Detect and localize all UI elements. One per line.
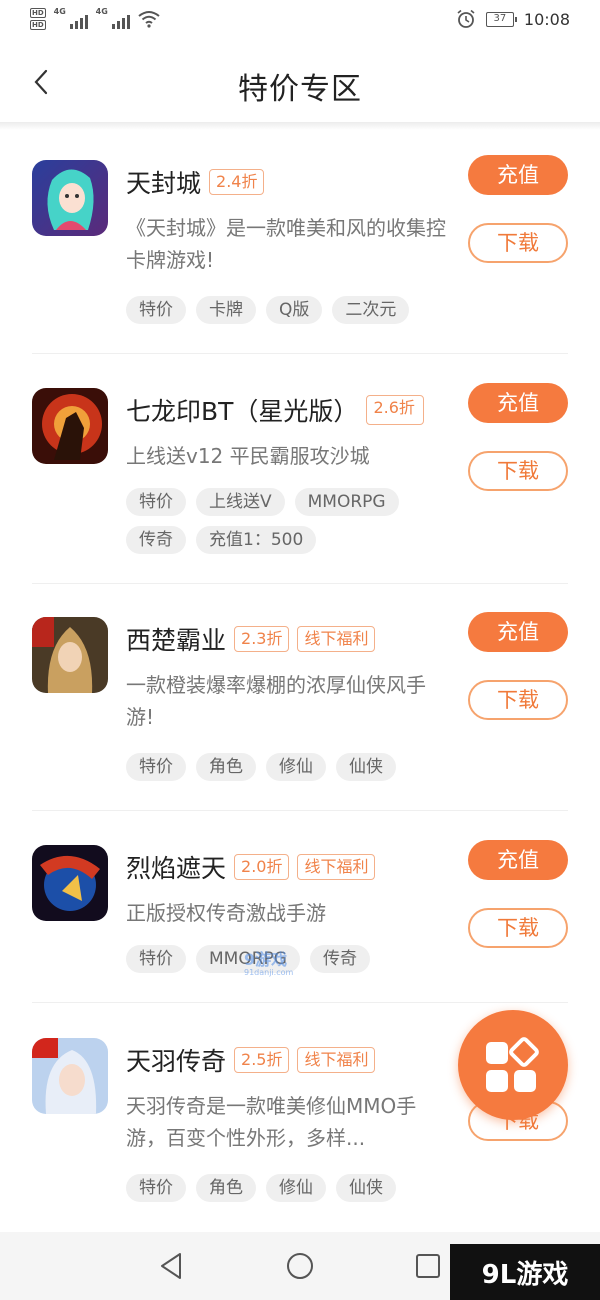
download-button[interactable]: 下载: [468, 680, 568, 720]
tag-chip: 修仙: [266, 753, 326, 781]
download-button[interactable]: 下载: [468, 908, 568, 948]
game-icon: [32, 617, 108, 693]
game-icon: [32, 160, 108, 236]
circle-home-icon: [287, 1253, 313, 1279]
tag-list: 特价 卡牌 Q版 二次元: [126, 296, 456, 324]
status-right: 37 10:08: [456, 9, 570, 29]
list-item[interactable]: 西楚霸业 2.3折 线下福利 一款橙装爆率爆棚的浓厚仙侠风手游! 特价 角色 修…: [32, 612, 568, 811]
game-description: 上线送v12 平民霸服攻沙城: [126, 444, 370, 468]
network-tag-2: 4G: [95, 7, 108, 16]
welfare-badge: 线下福利: [297, 854, 376, 880]
tag-chip: 卡牌: [196, 296, 256, 324]
grid-menu-icon: [486, 1037, 539, 1092]
brand-watermark: 9L游戏: [450, 1244, 600, 1300]
welfare-badge: 线下福利: [297, 1047, 376, 1073]
watermark-text: 9游戏: [244, 950, 288, 969]
game-description: 一款橙装爆率爆棚的浓厚仙侠风手游!: [126, 673, 426, 729]
clock: 10:08: [523, 9, 570, 29]
tag-chip: MMORPG: [294, 488, 399, 516]
game-title-row: 天封城 2.4折: [126, 164, 265, 200]
tag-chip: 特价: [126, 488, 186, 516]
game-name: 天羽传奇: [126, 1047, 227, 1076]
welfare-badge: 线下福利: [297, 626, 376, 652]
game-name: 烈焰遮天: [126, 854, 227, 883]
game-title-row: 烈焰遮天 2.0折 线下福利: [126, 849, 376, 885]
watermark-url: 91danji.com: [244, 968, 294, 977]
list-item[interactable]: 烈焰遮天 2.0折 线下福利 正版授权传奇激战手游 特价 MMORPG 传奇 充…: [32, 840, 568, 1003]
tag-chip: 特价: [126, 1174, 186, 1202]
tag-chip: 角色: [196, 753, 256, 781]
tag-chip: 传奇: [126, 526, 186, 554]
floating-menu-button[interactable]: [458, 1010, 568, 1120]
game-title-row: 天羽传奇 2.5折 线下福利: [126, 1042, 376, 1078]
top-bar: 特价专区: [0, 42, 600, 122]
list-item[interactable]: 七龙印BT（星光版） 2.6折 上线送v12 平民霸服攻沙城 特价 上线送V M…: [32, 383, 568, 584]
game-description: 天羽传奇是一款唯美修仙MMO手游，百变个性外形，多样...: [126, 1094, 417, 1150]
battery-level: 37: [493, 12, 507, 24]
charge-button[interactable]: 充值: [468, 155, 568, 195]
tag-chip: 仙侠: [336, 1174, 396, 1202]
tag-list: 特价 角色 修仙 仙侠: [126, 753, 456, 781]
discount-badge: 2.6折: [366, 395, 425, 425]
charge-button[interactable]: 充值: [468, 612, 568, 652]
alarm-icon: [457, 9, 475, 28]
tag-list: 特价 角色 修仙 仙侠: [126, 1174, 456, 1202]
game-name: 西楚霸业: [126, 626, 227, 655]
status-bar: HD HD 4G 4G 37 10:08: [0, 0, 600, 42]
hd-icon: HD HD: [30, 8, 46, 30]
header-divider: [0, 122, 600, 130]
app-screen: HD HD 4G 4G 37 10:08 特价专区 天封城 2.4折 《天封城》…: [0, 0, 600, 1300]
battery-icon: 37: [485, 11, 517, 27]
triangle-back-icon: [161, 1253, 181, 1279]
tag-chip: 仙侠: [336, 753, 396, 781]
tag-list: 特价 上线送V MMORPG 传奇 充值1：500: [126, 488, 456, 554]
signal-icon-1: 4G: [53, 7, 88, 29]
game-name: 天封城: [126, 169, 202, 198]
game-icon: [32, 1038, 108, 1114]
nav-recents-button[interactable]: [412, 1250, 444, 1282]
tag-chip: 特价: [126, 753, 186, 781]
game-title-row: 七龙印BT（星光版） 2.6折: [126, 392, 425, 428]
square-recents-icon: [416, 1254, 440, 1278]
discount-badge: 2.5折: [234, 1047, 290, 1073]
tag-chip: Q版: [266, 296, 323, 324]
tag-chip: 角色: [196, 1174, 256, 1202]
game-name: 七龙印BT（星光版）: [126, 397, 359, 426]
game-description: 正版授权传奇激战手游: [126, 901, 326, 925]
page-title: 特价专区: [238, 72, 362, 107]
download-button[interactable]: 下载: [468, 451, 568, 491]
game-title-row: 西楚霸业 2.3折 线下福利: [126, 621, 376, 657]
nav-home-button[interactable]: [284, 1250, 316, 1282]
tag-chip: 传奇: [309, 945, 370, 973]
list-item[interactable]: 天封城 2.4折 《天封城》是一款唯美和风的收集控卡牌游戏! 特价 卡牌 Q版 …: [32, 155, 568, 354]
charge-button[interactable]: 充值: [468, 840, 568, 880]
discount-badge: 2.3折: [234, 626, 290, 652]
discount-badge: 2.0折: [234, 854, 290, 880]
tag-chip: 特价: [126, 945, 186, 973]
game-icon: [32, 388, 108, 464]
tag-chip: 修仙: [266, 1174, 326, 1202]
wifi-icon: [138, 11, 160, 28]
watermark-logo: 9游戏 91danji.com: [244, 946, 293, 977]
game-description: 《天封城》是一款唯美和风的收集控卡牌游戏!: [126, 216, 446, 272]
charge-button[interactable]: 充值: [468, 383, 568, 423]
signal-icon-2: 4G: [95, 7, 130, 29]
status-left: HD HD 4G 4G: [30, 7, 160, 30]
discount-badge: 2.4折: [209, 169, 265, 195]
download-button[interactable]: 下载: [468, 223, 568, 263]
tag-chip: 特价: [126, 296, 186, 324]
tag-chip: 充值1：500: [196, 526, 317, 554]
network-tag-1: 4G: [53, 7, 66, 16]
tag-chip: 二次元: [332, 296, 410, 324]
tag-chip: 上线送V: [196, 488, 285, 516]
game-icon: [32, 845, 108, 921]
nav-back-button[interactable]: [156, 1250, 188, 1282]
